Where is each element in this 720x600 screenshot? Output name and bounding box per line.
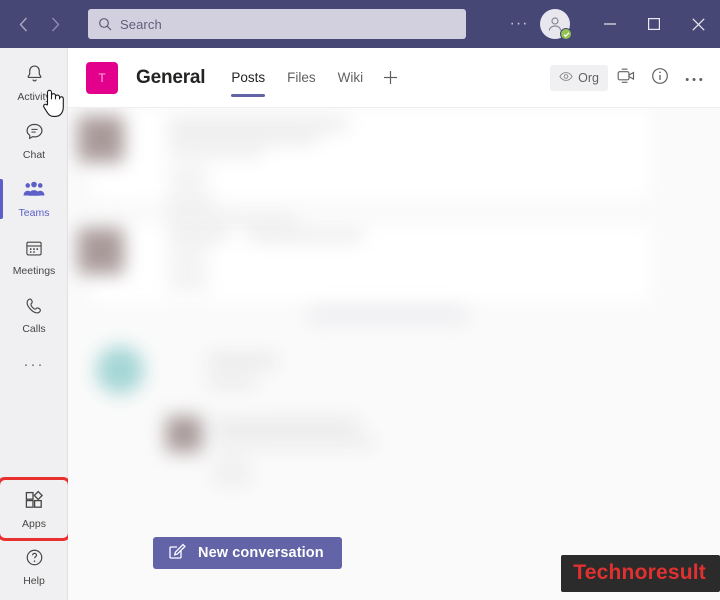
app-rail: Activity Chat Teams Meetings Calls ··· A… [0, 48, 71, 600]
sidebar-item-teams[interactable]: Teams [0, 170, 68, 228]
sidebar-item-label: Help [23, 575, 45, 587]
new-conversation-label: New conversation [198, 545, 324, 561]
forward-button[interactable] [40, 9, 70, 39]
nav-arrows [8, 9, 70, 39]
sidebar-item-label: Activity [17, 91, 51, 103]
sidebar-more-apps-button[interactable]: ··· [0, 344, 68, 384]
org-label: Org [578, 71, 599, 85]
compose-icon [168, 542, 186, 564]
avatar[interactable] [540, 9, 572, 40]
meet-now-button[interactable] [610, 62, 642, 94]
sidebar-item-label: Calls [22, 322, 46, 335]
bell-icon [24, 63, 45, 89]
presence-available-badge [560, 28, 572, 40]
settings-more-button[interactable]: ··· [504, 9, 534, 39]
page-title: General [136, 66, 206, 88]
search-placeholder: Search [120, 16, 162, 32]
tab-label: Posts [231, 70, 266, 85]
tab-label: Files [287, 70, 316, 85]
rail-bottom-items: Apps Help [0, 477, 71, 596]
rail-primary-items: Activity Chat Teams Meetings Calls ··· [0, 48, 67, 384]
conversation-feed[interactable]: New conversation [68, 108, 720, 600]
title-bar: Search ··· [0, 0, 720, 48]
people-icon [23, 179, 45, 205]
sidebar-item-chat[interactable]: Chat [0, 112, 68, 170]
sidebar-item-label: Teams [18, 207, 50, 219]
watermark: Technoresult [561, 555, 720, 592]
tab-wiki[interactable]: Wiki [328, 48, 374, 108]
close-button[interactable] [676, 0, 720, 48]
apps-icon [23, 489, 45, 516]
sidebar-item-activity[interactable]: Activity [0, 54, 68, 112]
teams-window: Search ··· Activity Chat Teams Meetings … [0, 0, 720, 600]
eye-icon [559, 71, 573, 85]
sidebar-item-apps[interactable]: Apps [0, 477, 71, 541]
help-icon [24, 547, 45, 573]
sidebar-item-label: Meetings [12, 264, 56, 277]
channel-header-actions: Org [550, 48, 710, 108]
blurred-message-content [68, 108, 720, 600]
sidebar-item-calls[interactable]: Calls [0, 286, 68, 344]
tab-label: Wiki [337, 70, 364, 85]
main-content: T General Posts Files Wiki Org New conve… [68, 48, 720, 600]
tab-files[interactable]: Files [277, 48, 326, 108]
search-icon [98, 17, 112, 31]
sidebar-item-label: Chat [22, 149, 46, 161]
tab-posts[interactable]: Posts [221, 48, 275, 108]
sidebar-item-label: Apps [22, 517, 46, 530]
video-camera-icon [617, 67, 636, 89]
channel-info-button[interactable] [644, 62, 676, 94]
team-avatar: T [86, 61, 118, 94]
maximize-button[interactable] [632, 0, 676, 48]
more-horizontal-icon [685, 69, 703, 87]
info-circle-icon [651, 67, 669, 90]
new-conversation-button[interactable]: New conversation [153, 537, 342, 569]
chat-icon [24, 121, 45, 147]
minimize-button[interactable] [588, 0, 632, 48]
channel-tabs: Posts Files Wiki [221, 48, 405, 108]
channel-more-options-button[interactable] [678, 62, 710, 94]
sidebar-item-help[interactable]: Help [0, 538, 68, 596]
sidebar-item-meetings[interactable]: Meetings [0, 228, 68, 286]
back-button[interactable] [8, 9, 38, 39]
org-button[interactable]: Org [550, 65, 608, 91]
add-tab-button[interactable] [375, 48, 405, 108]
phone-icon [24, 296, 44, 321]
channel-header: T General Posts Files Wiki Org [68, 48, 720, 108]
titlebar-right-controls: ··· [504, 0, 720, 48]
calendar-icon [24, 238, 44, 263]
search-input[interactable]: Search [88, 9, 466, 39]
